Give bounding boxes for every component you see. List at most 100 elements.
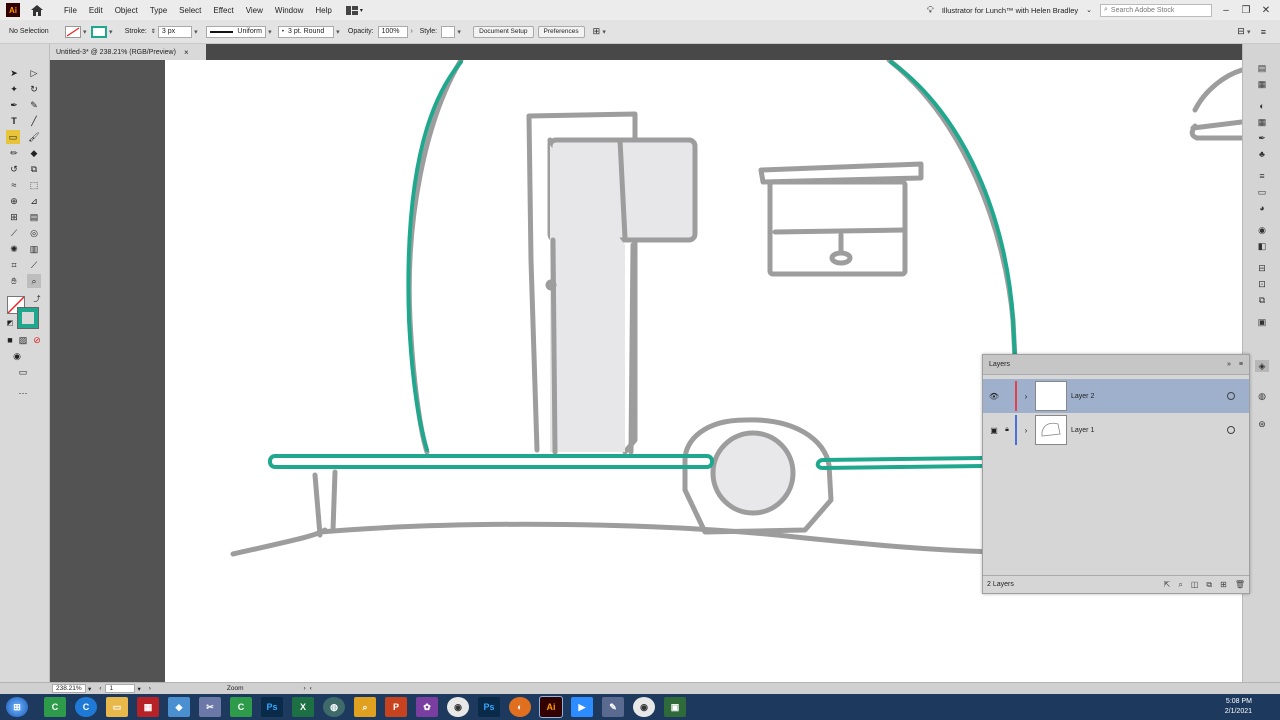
- graphic-styles-icon[interactable]: ◧: [1255, 240, 1269, 252]
- stepper-icon[interactable]: ⇕: [151, 28, 156, 35]
- arrange-documents-button[interactable]: ▾: [345, 4, 368, 16]
- slice-tool-icon[interactable]: ⟋: [27, 258, 41, 272]
- arrange-icon[interactable]: ⊞: [593, 26, 601, 37]
- transform-icon[interactable]: ⊡: [1255, 278, 1269, 290]
- chevron-down-icon[interactable]: ▾: [1245, 28, 1253, 36]
- menu-edit[interactable]: Edit: [89, 6, 103, 15]
- chrome-icon[interactable]: ◉: [447, 697, 469, 717]
- document-tab[interactable]: Untitled-3* @ 238.21% (RGB/Preview) ×: [50, 44, 206, 60]
- scale-tool-icon[interactable]: ⧉: [27, 162, 41, 176]
- expand-arrow-icon[interactable]: ›: [1019, 426, 1033, 435]
- export-icon[interactable]: ⇱: [1164, 580, 1171, 590]
- chevron-right-icon[interactable]: ›: [149, 685, 151, 692]
- zoom-icon[interactable]: ▶: [571, 697, 593, 717]
- stroke-weight-field[interactable]: 3 px: [157, 25, 192, 38]
- chevron-down-icon[interactable]: ▾: [107, 28, 115, 36]
- chevron-down-icon[interactable]: ▾: [81, 28, 89, 36]
- stroke-label[interactable]: Stroke:: [125, 28, 147, 35]
- opacity-field[interactable]: 100%: [377, 25, 408, 38]
- chevron-right-icon[interactable]: ›: [304, 685, 306, 692]
- default-fill-stroke-icon[interactable]: ◩: [3, 316, 17, 330]
- clipping-mask-icon[interactable]: ◫: [1191, 580, 1199, 590]
- perspective-grid-tool-icon[interactable]: ⊿: [27, 194, 41, 208]
- preferences-button[interactable]: Preferences: [537, 25, 585, 38]
- appearance-icon[interactable]: ◉: [1255, 224, 1269, 236]
- free-transform-tool-icon[interactable]: ⬚: [27, 178, 41, 192]
- layers-icon[interactable]: ◈: [1255, 360, 1269, 372]
- zoom-level-field[interactable]: 238.21%: [52, 684, 86, 693]
- visibility-eye-icon[interactable]: 👁︎: [987, 392, 1001, 401]
- none-mode-icon[interactable]: ⊘: [30, 333, 44, 347]
- menu-window[interactable]: Window: [275, 6, 303, 15]
- chevron-down-icon[interactable]: ▾: [600, 28, 608, 36]
- eyedropper-tool-icon[interactable]: ⟋: [7, 226, 21, 240]
- paintbrush-tool-icon[interactable]: 🖌︎: [27, 130, 41, 144]
- pen-tool-icon[interactable]: ✒: [7, 98, 21, 112]
- panel-menu-icon[interactable]: ≡: [1261, 27, 1266, 37]
- column-graph-tool-icon[interactable]: ▥: [27, 242, 41, 256]
- fill-swatch[interactable]: [64, 25, 81, 38]
- asset-export-icon[interactable]: ◍: [1255, 390, 1269, 402]
- new-layer-icon[interactable]: ⊞: [1220, 580, 1227, 590]
- menu-file[interactable]: File: [64, 6, 77, 15]
- swatches-icon[interactable]: ▦: [1255, 116, 1269, 128]
- photoshop-icon[interactable]: Ps: [261, 697, 283, 717]
- search-app-icon[interactable]: ⌕: [354, 697, 376, 717]
- stroke-profile-select[interactable]: Uniform: [205, 25, 266, 38]
- calculator-icon[interactable]: ▦: [137, 697, 159, 717]
- menu-select[interactable]: Select: [179, 6, 201, 15]
- expand-arrow-icon[interactable]: ›: [1019, 392, 1033, 401]
- width-tool-icon[interactable]: ≈: [7, 178, 21, 192]
- restore-icon[interactable]: ❐: [1240, 5, 1252, 16]
- app-cube-icon[interactable]: ◆: [168, 697, 190, 717]
- chevron-down-icon[interactable]: ▾: [455, 28, 463, 36]
- swap-fill-stroke-icon[interactable]: ⤴: [30, 292, 44, 306]
- style-swatch[interactable]: [441, 25, 456, 38]
- align-icon[interactable]: ⊟: [1255, 262, 1269, 274]
- brushes-icon[interactable]: ✒: [1255, 132, 1269, 144]
- gradient-tool-icon[interactable]: ▤: [27, 210, 41, 224]
- panel-menu-icon[interactable]: ≡: [1239, 361, 1243, 368]
- mesh-tool-icon[interactable]: ⊞: [7, 210, 21, 224]
- rectangle-tool-icon[interactable]: ▭: [6, 130, 20, 144]
- chevron-down-icon[interactable]: ⌄: [1086, 6, 1092, 14]
- lasso-tool-icon[interactable]: ↻: [27, 82, 41, 96]
- stroke-swatch-large[interactable]: [17, 307, 39, 329]
- direct-selection-tool-icon[interactable]: ▷: [27, 66, 41, 80]
- symbol-sprayer-tool-icon[interactable]: ✺: [7, 242, 21, 256]
- globe-icon[interactable]: ◍: [323, 697, 345, 717]
- opacity-label[interactable]: Opacity:: [348, 28, 374, 35]
- file-explorer-icon[interactable]: ▭: [106, 697, 128, 717]
- color-mode-icon[interactable]: ■: [3, 333, 17, 347]
- libraries-icon[interactable]: ▦: [1255, 78, 1269, 90]
- menu-effect[interactable]: Effect: [213, 6, 233, 15]
- close-tab-icon[interactable]: ×: [184, 48, 189, 57]
- gradient-icon[interactable]: ▭: [1255, 186, 1269, 198]
- transparency-icon[interactable]: ◕: [1255, 202, 1269, 214]
- chevron-down-icon[interactable]: ▾: [334, 28, 342, 36]
- layer-target-icon[interactable]: [1227, 392, 1235, 400]
- pathfinder-icon[interactable]: ⧉: [1255, 294, 1269, 306]
- color-icon[interactable]: ◐: [1255, 100, 1269, 112]
- magic-wand-tool-icon[interactable]: ✦: [7, 82, 21, 96]
- taskbar-clock[interactable]: 5:08 PM 2/1/2021: [1225, 697, 1252, 717]
- menu-type[interactable]: Type: [150, 6, 167, 15]
- layer-row[interactable]: ▣ 🔒︎ › Layer 1: [983, 413, 1249, 447]
- menu-object[interactable]: Object: [115, 6, 138, 15]
- gradient-mode-icon[interactable]: ▨: [16, 333, 30, 347]
- links-icon[interactable]: ⊛: [1255, 418, 1269, 430]
- selection-tool-icon[interactable]: ➤: [7, 66, 21, 80]
- zoom-tool-icon[interactable]: ⌕: [27, 274, 41, 288]
- new-sublayer-icon[interactable]: ⧉: [1206, 580, 1212, 590]
- type-tool-icon[interactable]: T: [7, 114, 21, 128]
- firefox-icon[interactable]: ◐: [509, 697, 531, 717]
- brush-select[interactable]: • 3 pt. Round: [277, 25, 334, 38]
- chevron-down-icon[interactable]: ▾: [266, 28, 274, 36]
- panel-arrange-icon[interactable]: ⊟: [1237, 26, 1245, 37]
- chevron-left-icon[interactable]: ‹: [99, 685, 101, 692]
- app-feather-icon[interactable]: ✎: [602, 697, 624, 717]
- locate-object-icon[interactable]: ⌕: [1178, 580, 1182, 590]
- artboards-icon[interactable]: ▣: [1255, 316, 1269, 328]
- powerpoint-icon[interactable]: P: [385, 697, 407, 717]
- document-setup-button[interactable]: Document Setup: [473, 25, 534, 38]
